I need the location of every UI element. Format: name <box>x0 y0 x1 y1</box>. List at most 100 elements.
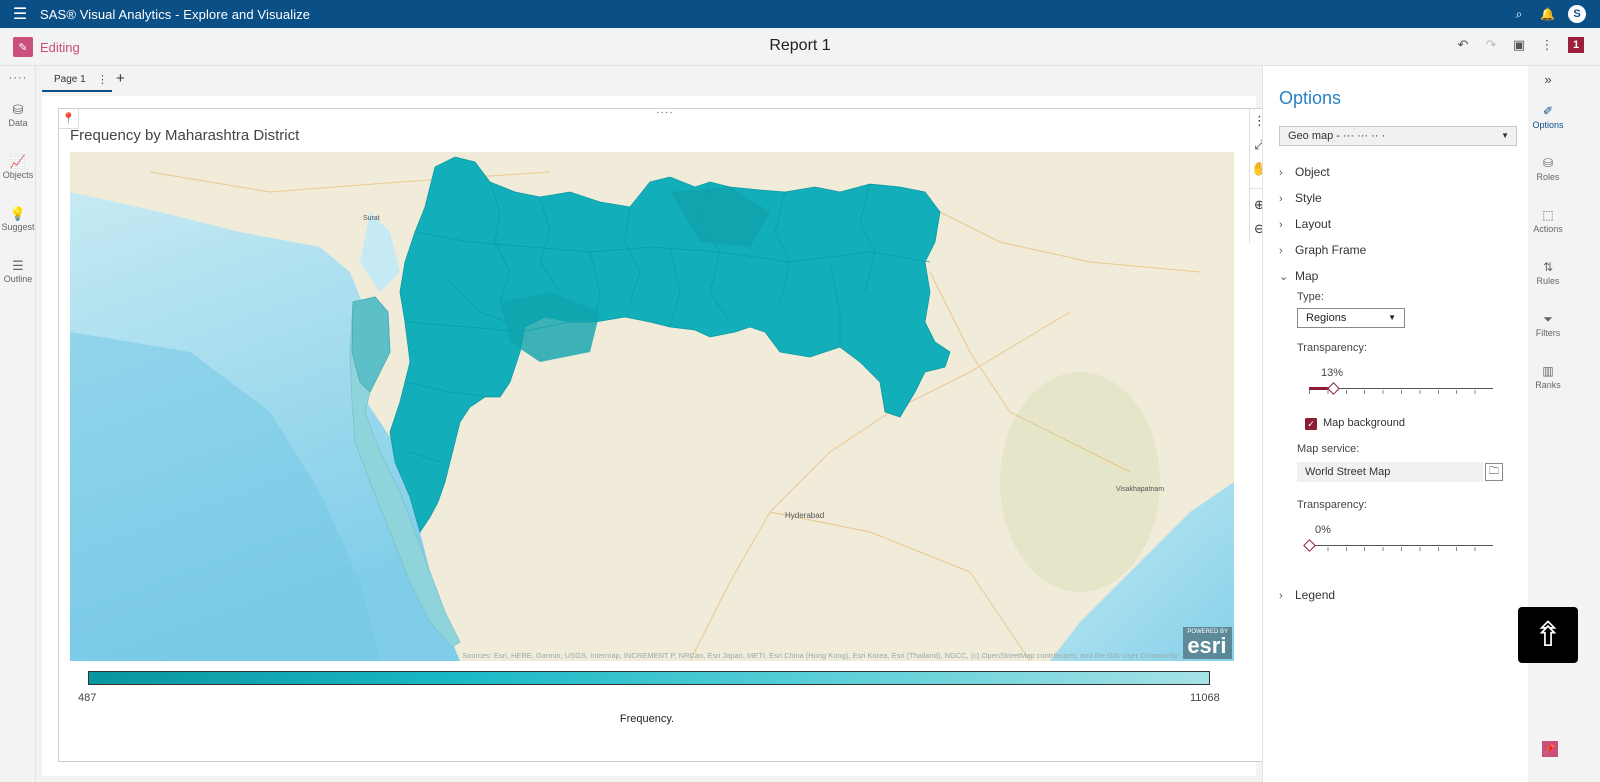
color-legend-bar <box>88 671 1210 685</box>
right-rail-actions[interactable]: ⬚ Actions <box>1528 208 1568 234</box>
undo-icon[interactable]: ↶ <box>1456 37 1470 53</box>
transparency-label: Transparency: <box>1297 342 1367 354</box>
options-panel: Options Geo map - ··· ··· ·· · ▼ › Object… <box>1262 66 1528 782</box>
map-type-label: Type: <box>1297 291 1324 303</box>
more-menu-icon[interactable]: ⋮ <box>1540 37 1554 53</box>
edit-mode-pencil-icon[interactable]: ✎ <box>13 37 33 57</box>
scroll-to-top-button[interactable]: ⇮ <box>1518 607 1578 663</box>
right-rail-rules-label: Rules <box>1536 276 1560 286</box>
section-layout-label: Layout <box>1295 217 1332 231</box>
options-title: Options <box>1279 88 1342 108</box>
report-canvas: 📍 ···· Frequency by Maharashtra District <box>42 96 1270 776</box>
rules-icon: ⇅ <box>1542 260 1554 274</box>
map-background-checkbox[interactable]: ✓ <box>1305 418 1317 430</box>
left-rail-objects[interactable]: 📈 Objects <box>0 154 36 180</box>
bg-transparency-value: 0% <box>1315 524 1331 536</box>
right-rail: » ✐ Options ⛁ Roles ⬚ Actions ⇅ Rules ⏷ … <box>1528 66 1568 782</box>
save-icon[interactable]: ▣ <box>1512 37 1526 53</box>
legend-min-value: 487 <box>78 692 97 704</box>
bg-transparency-slider[interactable] <box>1303 539 1493 552</box>
right-rail-options[interactable]: ✐ Options <box>1528 104 1568 130</box>
chart-icon: 📈 <box>9 154 27 169</box>
notification-bell-icon[interactable]: 🔔 <box>1540 7 1555 21</box>
right-rail-filters-label: Filters <box>1535 328 1561 338</box>
section-map-label: Map <box>1295 269 1319 283</box>
transparency-value: 13% <box>1321 367 1344 379</box>
left-rail-suggest[interactable]: 💡 Suggest <box>0 206 36 232</box>
bg-transparency-label: Transparency: <box>1297 499 1367 511</box>
chevron-right-icon: › <box>1279 245 1283 257</box>
rail-grip-icon[interactable]: ···· <box>0 72 36 84</box>
left-rail-objects-label: Objects <box>2 170 34 180</box>
map-type-select[interactable]: Regions ▼ <box>1297 308 1405 328</box>
slider-track <box>1309 545 1493 546</box>
chevron-right-icon: › <box>1279 167 1283 179</box>
lightbulb-icon: 💡 <box>9 206 27 221</box>
roles-icon: ⛁ <box>1542 156 1554 170</box>
map-service-label: Map service: <box>1297 443 1360 455</box>
drag-handle-icon[interactable]: ···· <box>59 107 1271 118</box>
viz-title: Frequency by Maharashtra District <box>70 127 300 144</box>
report-title[interactable]: Report 1 <box>0 37 1600 55</box>
object-selector-value: Geo map - ··· ··· ·· · <box>1288 130 1386 142</box>
right-rail-roles-label: Roles <box>1536 172 1560 182</box>
left-rail-data-label: Data <box>8 118 28 128</box>
section-legend[interactable]: › Legend <box>1279 588 1335 602</box>
map-background-label[interactable]: Map background <box>1323 417 1405 429</box>
chevron-right-icon: › <box>1279 219 1283 231</box>
chevron-down-icon: ⌄ <box>1279 271 1289 283</box>
section-graph-frame-label: Graph Frame <box>1295 243 1367 257</box>
right-rail-ranks-label: Ranks <box>1535 380 1561 390</box>
geo-map-object[interactable]: 📍 ···· Frequency by Maharashtra District <box>58 107 1271 762</box>
section-layout[interactable]: › Layout <box>1279 217 1331 231</box>
left-rail-data[interactable]: ⛁ Data <box>0 102 36 128</box>
section-style-label: Style <box>1295 191 1322 205</box>
transparency-slider[interactable] <box>1309 382 1493 395</box>
slider-ticks <box>1309 547 1493 551</box>
pin-panel-icon[interactable]: 📌 <box>1542 741 1558 757</box>
hamburger-menu-icon[interactable]: ☰ <box>0 0 40 28</box>
section-map[interactable]: ⌄ Map <box>1279 269 1318 283</box>
eastern-ghats <box>1000 372 1160 592</box>
tab-page-1[interactable]: Page 1 ⋮ <box>42 68 112 92</box>
map-label: Surat <box>363 215 380 222</box>
right-rail-ranks[interactable]: ▥ Ranks <box>1528 364 1568 390</box>
redo-icon[interactable]: ↷ <box>1484 37 1498 53</box>
section-style[interactable]: › Style <box>1279 191 1322 205</box>
section-object[interactable]: › Object <box>1279 165 1330 179</box>
map-svg: Hyderabad Visakhapatnam Surat <box>70 152 1234 661</box>
legend-title: Frequency. <box>619 713 675 725</box>
right-rail-rules[interactable]: ⇅ Rules <box>1528 260 1568 286</box>
editing-label[interactable]: Editing <box>40 40 80 55</box>
object-selector[interactable]: Geo map - ··· ··· ·· · ▼ <box>1279 126 1517 146</box>
report-badge[interactable]: 1 <box>1568 37 1584 53</box>
map-label: Hyderabad <box>785 511 824 520</box>
add-page-button[interactable]: + <box>116 70 125 87</box>
chevron-right-icon: › <box>1279 193 1283 205</box>
collapse-panel-icon[interactable]: » <box>1528 72 1568 87</box>
app-bar: ☰ SAS® Visual Analytics - Explore and Vi… <box>0 0 1600 28</box>
filter-icon: ⏷ <box>1543 312 1553 326</box>
user-avatar[interactable]: S <box>1568 5 1586 23</box>
folder-icon[interactable]: 🗀 <box>1485 463 1503 481</box>
right-rail-options-label: Options <box>1532 120 1564 130</box>
chevron-down-icon: ▼ <box>1501 131 1509 140</box>
right-rail-roles[interactable]: ⛁ Roles <box>1528 156 1568 182</box>
map-service-field[interactable]: World Street Map <box>1297 462 1483 482</box>
list-icon: ☰ <box>12 258 24 273</box>
app-title: SAS® Visual Analytics - Explore and Visu… <box>40 6 311 22</box>
section-legend-label: Legend <box>1295 588 1336 602</box>
left-rail-outline[interactable]: ☰ Outline <box>0 258 36 284</box>
geo-map[interactable]: Hyderabad Visakhapatnam Surat Sources: E… <box>70 152 1234 661</box>
map-label: Visakhapatnam <box>1116 486 1164 493</box>
map-attribution: Sources: Esri, HERE, Garmin, USGS, Inter… <box>462 651 1178 660</box>
right-rail-filters[interactable]: ⏷ Filters <box>1528 312 1568 338</box>
chevron-right-icon: › <box>1279 590 1283 602</box>
section-object-label: Object <box>1295 165 1330 179</box>
tab-menu-icon[interactable]: ⋮ <box>97 73 108 86</box>
section-graph-frame[interactable]: › Graph Frame <box>1279 243 1366 257</box>
search-icon[interactable]: ⌕ <box>1512 7 1526 22</box>
database-icon: ⛁ <box>12 102 24 117</box>
legend-max-value: 11068 <box>1190 692 1220 704</box>
tab-page-1-label: Page 1 <box>54 74 86 85</box>
